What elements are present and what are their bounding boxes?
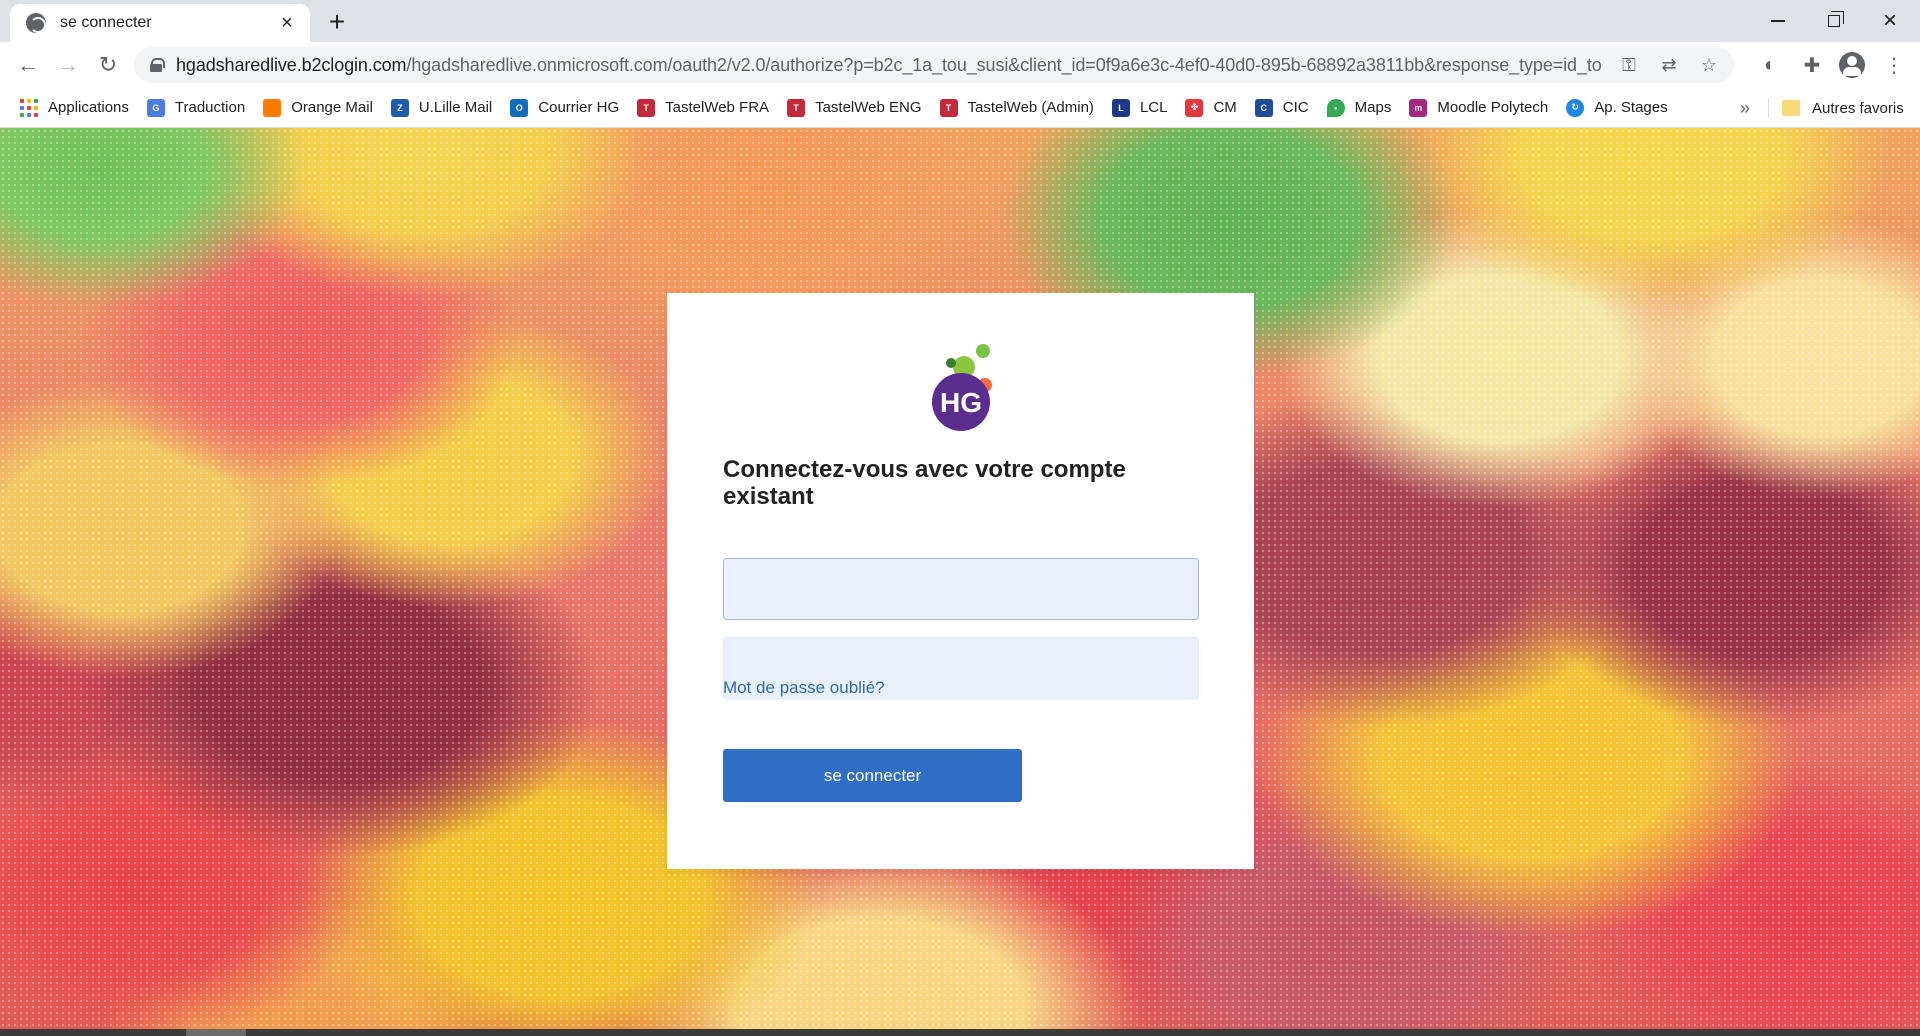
restore-icon <box>1828 11 1844 27</box>
tastelweb-icon: T <box>787 98 806 117</box>
orange-mail-icon <box>263 98 282 117</box>
bookmark-courrier-hg[interactable]: O Courrier HG <box>508 93 629 123</box>
bookmark-maps[interactable]: • Maps <box>1325 93 1402 123</box>
bookmark-label: CIC <box>1282 99 1309 116</box>
moodle-icon: m <box>1409 98 1428 117</box>
apps-grid-icon <box>20 98 38 117</box>
bookmarks-overflow-button[interactable]: » <box>1740 93 1750 123</box>
bookmark-cic[interactable]: C CIC <box>1253 93 1319 123</box>
bookmark-label: Moodle Polytech <box>1437 99 1549 116</box>
key-icon[interactable]: ⚿ <box>1616 52 1642 78</box>
extension-icon[interactable]: ◐ <box>1756 51 1784 79</box>
globe-icon <box>26 13 46 33</box>
bookmark-label: U.Lille Mail <box>418 99 493 116</box>
bookmark-tastelweb-fra[interactable]: T TastelWeb FRA <box>635 93 779 123</box>
cic-icon: C <box>1254 98 1273 117</box>
puzzle-icon[interactable]: ✚ <box>1798 51 1826 79</box>
forward-icon[interactable]: → <box>52 49 84 81</box>
bookmark-lcl[interactable]: L LCL <box>1110 93 1178 123</box>
bookmark-ulille-mail[interactable]: Z U.Lille Mail <box>389 93 502 123</box>
bookmark-label: Ap. Stages <box>1594 99 1668 116</box>
bookmark-cm[interactable]: ✤ CM <box>1183 93 1246 123</box>
close-window-icon: × <box>1882 7 1897 34</box>
minimize-button[interactable] <box>1750 0 1806 42</box>
bookmark-label: TastelWeb ENG <box>815 99 922 116</box>
bookmark-ap-stages[interactable]: ↻ Ap. Stages <box>1564 93 1677 123</box>
sign-in-button[interactable]: se connecter <box>723 749 1022 802</box>
login-card: HG Connectez-vous avec votre compte exis… <box>667 293 1254 869</box>
minimize-icon <box>1771 20 1785 22</box>
taskbar-strip <box>0 1029 1920 1036</box>
translate-icon[interactable]: ⇄ <box>1656 52 1682 78</box>
cm-icon: ✤ <box>1185 98 1204 117</box>
bookmark-label: CM <box>1213 99 1237 116</box>
bookmark-tastelweb-eng[interactable]: T TastelWeb ENG <box>785 93 931 123</box>
bookmark-label: LCL <box>1139 99 1168 116</box>
menu-icon[interactable]: ⋮ <box>1880 51 1908 79</box>
bookmark-label: Traduction <box>174 99 246 116</box>
bookmarks-divider <box>1768 98 1769 118</box>
page-background: HG Connectez-vous avec votre compte exis… <box>0 128 1920 1029</box>
bookmark-label: TastelWeb (Admin) <box>967 99 1094 116</box>
bookmark-traduction[interactable]: G Traduction <box>145 93 255 123</box>
new-tab-button[interactable]: + <box>322 8 352 38</box>
tastelweb-icon: T <box>939 98 958 117</box>
browser-toolbar: ← → ↻ hgadsharedlive.b2clogin.com/hgadsh… <box>0 42 1920 88</box>
bookmarks-bar: Applications G Traduction Orange Mail Z … <box>0 88 1920 128</box>
close-window-button[interactable]: × <box>1862 0 1918 42</box>
outlook-icon: O <box>510 98 529 117</box>
close-icon[interactable]: × <box>276 12 298 34</box>
translate-bookmark-icon: G <box>146 98 165 117</box>
star-icon[interactable]: ☆ <box>1696 52 1722 78</box>
tab-strip: se connecter × + × <box>0 0 1920 42</box>
bookmark-label: Applications <box>48 99 129 116</box>
profile-icon[interactable] <box>1838 51 1866 79</box>
bookmark-label: Courrier HG <box>538 99 620 116</box>
bookmark-applications[interactable]: Applications <box>18 93 139 123</box>
page-title: Connectez-vous avec votre compte existan… <box>723 456 1126 510</box>
address-bar[interactable]: hgadsharedlive.b2clogin.com/hgadsharedli… <box>134 47 1734 83</box>
folder-icon <box>1782 100 1800 116</box>
bookmark-tastelweb-admin[interactable]: T TastelWeb (Admin) <box>938 93 1104 123</box>
bookmark-label: Maps <box>1354 99 1392 116</box>
refresh-bookmark-icon: ↻ <box>1566 98 1585 117</box>
other-bookmarks-label: Autres favoris <box>1812 99 1904 117</box>
taskbar-item <box>186 1029 246 1036</box>
tastelweb-icon: T <box>637 98 656 117</box>
other-bookmarks-folder[interactable]: Autres favoris <box>1782 93 1904 123</box>
hg-logo: HG <box>927 341 995 441</box>
restore-button[interactable] <box>1806 0 1862 42</box>
email-field[interactable] <box>723 558 1199 620</box>
logo-text: HG <box>940 387 982 418</box>
url-text[interactable]: hgadsharedlive.b2clogin.com/hgadsharedli… <box>176 55 1602 76</box>
url-path: /hgadsharedlive.onmicrosoft.com/oauth2/v… <box>406 54 1602 75</box>
bookmark-label: Orange Mail <box>291 99 373 116</box>
lcl-icon: L <box>1111 98 1130 117</box>
lock-icon[interactable] <box>150 58 165 72</box>
bookmark-moodle-polytech[interactable]: m Moodle Polytech <box>1407 93 1558 123</box>
hg-logo-icon: HG <box>932 344 992 431</box>
zimbra-icon: Z <box>390 98 409 117</box>
back-icon[interactable]: ← <box>12 49 44 81</box>
url-host: hgadsharedlive.b2clogin.com <box>176 54 407 75</box>
avatar <box>1839 52 1865 78</box>
map-pin-icon: • <box>1326 98 1345 117</box>
bookmark-orange-mail[interactable]: Orange Mail <box>261 93 383 123</box>
tab-title: se connecter <box>60 14 152 31</box>
tab-active[interactable]: se connecter × <box>10 4 310 42</box>
forgot-password-link[interactable]: Mot de passe oublié? <box>723 678 885 698</box>
bookmark-label: TastelWeb FRA <box>665 99 770 116</box>
reload-icon[interactable]: ↻ <box>92 49 124 81</box>
